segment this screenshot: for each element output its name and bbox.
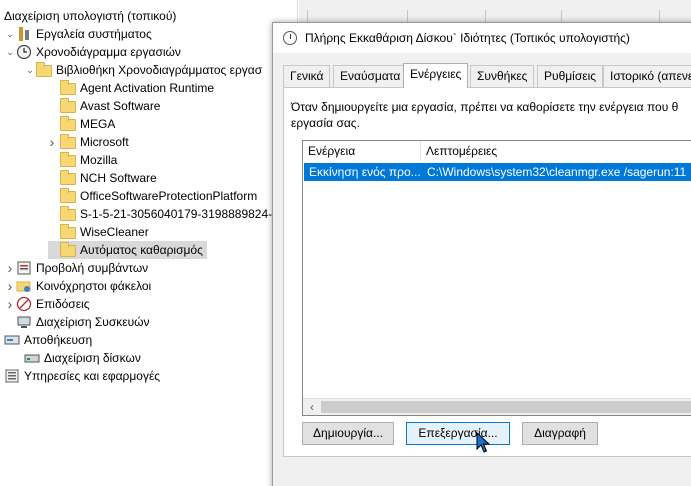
mmc-window: Διαχείριση υπολογιστή (τοπικού) ⌄ Εργαλε… [0, 0, 691, 486]
mouse-cursor-icon [476, 432, 490, 453]
tree-item-folder[interactable]: Mozilla [48, 151, 117, 169]
tree-item-folder[interactable]: Avast Software [48, 97, 160, 115]
clock-icon [283, 31, 297, 45]
tree-item-shared-folders[interactable]: › Κοινόχρηστοι φάκελοι [4, 277, 152, 295]
tree-item-task-scheduler[interactable]: ⌄ Χρονοδιάγραμμα εργασιών [4, 43, 181, 61]
tree-item-folder[interactable]: › Microsoft [44, 133, 129, 151]
tree-item-device-manager[interactable]: Διαχείριση Συσκευών [4, 313, 150, 331]
actions-tab-panel: Όταν δημιουργείτε μια εργασία, πρέπει να… [283, 87, 691, 457]
shared-folder-icon [16, 278, 32, 294]
tree-item-folder[interactable]: WiseCleaner [48, 223, 149, 241]
details-cell: C:\Windows\system32\cleanmgr.exe /sageru… [427, 165, 687, 179]
tab-settings[interactable]: Ρυθμίσεις [537, 65, 604, 87]
actions-description: Όταν δημιουργείτε μια εργασία, πρέπει να… [291, 100, 679, 130]
device-manager-icon [16, 314, 32, 330]
tree-item-computer-management[interactable]: Διαχείριση υπολογιστή (τοπικού) [4, 7, 176, 25]
chevron-down-icon[interactable]: ⌄ [4, 25, 16, 43]
folder-icon [36, 62, 52, 78]
tree-item-folder[interactable]: MEGA [48, 115, 115, 133]
disk-icon [24, 350, 40, 366]
table-row[interactable]: Εκκίνηση ενός προ... C:\Windows\system32… [304, 163, 691, 181]
folder-icon [60, 116, 76, 132]
tab-conditions[interactable]: Συνθήκες [470, 65, 535, 87]
chevron-down-icon[interactable]: ⌄ [24, 61, 36, 79]
folder-icon [60, 80, 76, 96]
event-viewer-icon [16, 260, 32, 276]
tree-item-folder[interactable]: S-1-5-21-3056040179-3198889824-35 [48, 205, 286, 223]
actions-list-header: Ενέργεια Λεπτομέρειες [303, 141, 691, 161]
tree-item-storage[interactable]: ⌄ Αποθήκευση [4, 331, 92, 349]
tree-item-performance[interactable]: › Επιδόσεις [4, 295, 90, 313]
console-tree: Διαχείριση υπολογιστή (τοπικού) ⌄ Εργαλε… [0, 0, 298, 486]
actions-list[interactable]: Ενέργεια Λεπτομέρειες Εκκίνηση ενός προ.… [302, 140, 691, 416]
new-action-button[interactable]: Δημιουργία... [302, 422, 394, 445]
tree-item-services-apps[interactable]: Υπηρεσίες και εφαρμογές [4, 367, 160, 385]
chevron-down-icon[interactable]: ⌄ [4, 43, 16, 61]
folder-icon [60, 98, 76, 114]
folder-icon [60, 206, 76, 222]
folder-icon [60, 224, 76, 240]
task-properties-dialog: Πλήρης Εκκαθάριση Δίσκου` Ιδιότητες (Τοπ… [272, 22, 691, 486]
tree-item-folder[interactable]: OfficeSoftwareProtectionPlatform [48, 187, 257, 205]
scroll-left-icon[interactable]: ‹ [305, 400, 319, 414]
folder-icon [60, 188, 76, 204]
tree-item-system-tools[interactable]: ⌄ Εργαλεία συστήματος [4, 25, 152, 43]
column-header-action[interactable]: Ενέργεια [303, 141, 421, 161]
tab-history[interactable]: Ιστορικό (απενεργ [603, 65, 691, 87]
storage-icon [4, 332, 20, 348]
performance-icon [16, 296, 32, 312]
action-cell: Εκκίνηση ενός προ... [309, 165, 421, 179]
dialog-title: Πλήρης Εκκαθάριση Δίσκου` Ιδιότητες (Τοπ… [305, 31, 630, 45]
chevron-right-icon[interactable]: › [4, 259, 16, 277]
chevron-right-icon[interactable]: › [4, 295, 16, 313]
edit-action-button[interactable]: Επεξεργασία... [406, 422, 510, 445]
tab-triggers[interactable]: Εναύσματα [333, 65, 408, 87]
services-icon [4, 368, 20, 384]
dialog-titlebar[interactable]: Πλήρης Εκκαθάριση Δίσκου` Ιδιότητες (Τοπ… [273, 23, 691, 53]
folder-icon [60, 152, 76, 168]
tab-general[interactable]: Γενικά [283, 65, 331, 87]
tree-item-auto-cleanup[interactable]: Αυτόματος καθαρισμός [48, 241, 207, 259]
scrollbar-thumb[interactable] [321, 401, 691, 413]
tree-item-folder[interactable]: NCH Software [48, 169, 157, 187]
clock-icon [16, 44, 32, 60]
folder-icon [60, 170, 76, 186]
column-header-details[interactable]: Λεπτομέρειες [421, 141, 691, 161]
chevron-right-icon[interactable]: › [44, 133, 60, 151]
tree-item-event-viewer[interactable]: › Προβολή συμβάντων [4, 259, 149, 277]
folder-icon [60, 134, 76, 150]
tree-item-folder[interactable]: Agent Activation Runtime [48, 79, 214, 97]
tree-item-task-library[interactable]: ⌄ Βιβλιοθήκη Χρονοδιαγράμματος εργασ [24, 61, 262, 79]
tools-icon [16, 26, 32, 42]
folder-icon [60, 242, 76, 258]
tree-item-disk-management[interactable]: Διαχείριση δίσκων [24, 349, 141, 367]
delete-action-button[interactable]: Διαγραφή [522, 422, 598, 445]
chevron-right-icon[interactable]: › [4, 277, 16, 295]
horizontal-scrollbar[interactable]: ‹ [303, 398, 691, 415]
tab-actions[interactable]: Ενέργειες [403, 63, 469, 88]
